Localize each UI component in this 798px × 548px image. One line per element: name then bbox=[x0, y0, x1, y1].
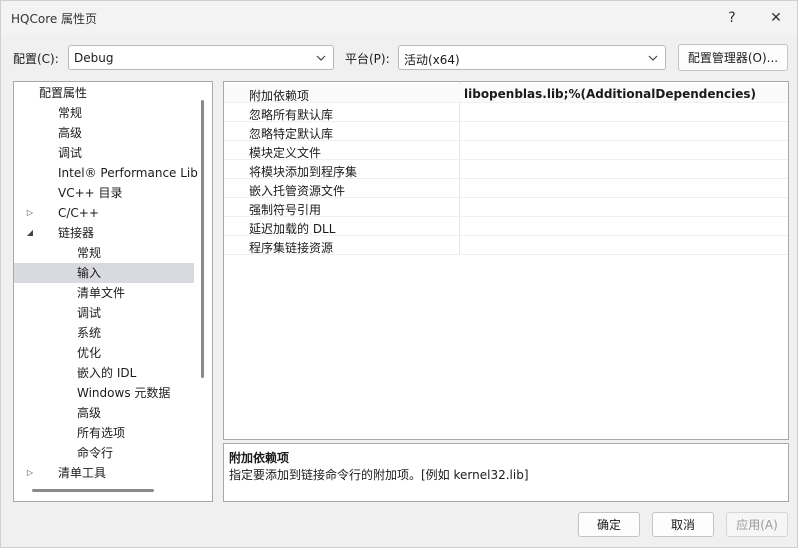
property-name: 嵌入托管资源文件 bbox=[249, 184, 346, 198]
tree-item-label: 常规 bbox=[58, 106, 83, 120]
description-panel: 附加依赖项 指定要添加到链接命令行的附加项。[例如 kernel32.lib] bbox=[223, 443, 789, 502]
tree-item[interactable]: VC++ 目录 bbox=[14, 183, 194, 203]
tree-item-label: 配置属性 bbox=[39, 86, 88, 100]
property-name: 忽略所有默认库 bbox=[249, 108, 334, 122]
property-row[interactable]: 程序集链接资源 bbox=[224, 236, 788, 255]
tree-item[interactable]: 常规 bbox=[14, 103, 194, 123]
tree-item[interactable]: 高级 bbox=[14, 403, 194, 423]
description-title: 附加依赖项 bbox=[229, 451, 290, 465]
tree-item-label: VC++ 目录 bbox=[58, 186, 123, 200]
tree-item[interactable]: 调试 bbox=[14, 143, 194, 163]
title-bar: HQCore 属性页 ? ✕ bbox=[1, 1, 797, 35]
cancel-button[interactable]: 取消 bbox=[652, 512, 714, 537]
tree-item[interactable]: 高级 bbox=[14, 123, 194, 143]
tree-item[interactable]: 调试 bbox=[14, 303, 194, 323]
property-name: 强制符号引用 bbox=[249, 203, 322, 217]
tree-item-label: C/C++ bbox=[58, 206, 99, 220]
tree-item-label: 调试 bbox=[77, 306, 102, 320]
platform-label: 平台(P): bbox=[345, 52, 390, 66]
description-text: 指定要添加到链接命令行的附加项。[例如 kernel32.lib] bbox=[229, 468, 529, 482]
tree-item[interactable]: 嵌入的 IDL bbox=[14, 363, 194, 383]
ok-button[interactable]: 确定 bbox=[578, 512, 640, 537]
property-name: 附加依赖项 bbox=[249, 89, 310, 103]
tree-item[interactable]: Intel® Performance Lib bbox=[14, 163, 198, 183]
config-manager-button[interactable]: 配置管理器(O)... bbox=[678, 44, 788, 71]
window-title: HQCore 属性页 bbox=[11, 12, 98, 26]
tree-item[interactable]: ▷ C/C++ bbox=[14, 203, 194, 223]
tree-item[interactable]: 系统 bbox=[14, 323, 194, 343]
property-row[interactable]: 模块定义文件 bbox=[224, 141, 788, 160]
tree-item-label: Windows 元数据 bbox=[77, 386, 171, 400]
settings-tree: ◢配置属性常规高级调试Intel® Performance LibVC++ 目录… bbox=[13, 81, 213, 502]
property-name: 将模块添加到程序集 bbox=[249, 165, 358, 179]
property-row[interactable]: 忽略所有默认库 bbox=[224, 103, 788, 122]
tree-item[interactable]: ◢ 链接器 bbox=[14, 223, 194, 243]
expand-arrow-icon[interactable]: ▷ bbox=[25, 203, 35, 223]
tree-item-label: 高级 bbox=[58, 126, 83, 140]
tree-item[interactable]: 清单文件 bbox=[14, 283, 194, 303]
close-button[interactable]: ✕ bbox=[759, 5, 793, 31]
property-row[interactable]: 嵌入托管资源文件 bbox=[224, 179, 788, 198]
property-name: 忽略特定默认库 bbox=[249, 127, 334, 141]
chevron-down-icon bbox=[316, 55, 326, 61]
apply-button[interactable]: 应用(A) bbox=[726, 512, 788, 537]
tree-item-label: 系统 bbox=[77, 326, 102, 340]
tree-item-label: Intel® Performance Lib bbox=[58, 166, 198, 180]
property-row[interactable]: 附加依赖项 libopenblas.lib;%(AdditionalDepende… bbox=[224, 84, 788, 103]
collapse-arrow-icon[interactable]: ◢ bbox=[25, 223, 35, 243]
tree-item[interactable]: 命令行 bbox=[14, 443, 194, 463]
tree-item-label: 嵌入的 IDL bbox=[77, 366, 137, 380]
config-label: 配置(C): bbox=[13, 52, 59, 66]
tree-item[interactable]: ◢ 配置属性 bbox=[14, 83, 194, 103]
chevron-down-icon bbox=[648, 55, 658, 61]
property-name: 程序集链接资源 bbox=[249, 241, 334, 255]
property-grid: 附加依赖项 libopenblas.lib;%(AdditionalDepende… bbox=[223, 81, 789, 440]
tree-item-label: 链接器 bbox=[58, 226, 95, 240]
tree-item[interactable]: 所有选项 bbox=[14, 423, 194, 443]
vertical-scrollbar[interactable] bbox=[201, 100, 204, 378]
tree-item-label: 常规 bbox=[77, 246, 102, 260]
tree-item-label: 清单文件 bbox=[77, 286, 126, 300]
property-value[interactable]: libopenblas.lib;%(AdditionalDependencies… bbox=[464, 87, 756, 101]
collapse-arrow-icon[interactable]: ◢ bbox=[14, 83, 16, 103]
tree-item-label: 所有选项 bbox=[77, 426, 126, 440]
property-row[interactable]: 延迟加载的 DLL bbox=[224, 217, 788, 236]
property-name: 模块定义文件 bbox=[249, 146, 322, 160]
tree-item[interactable]: 优化 bbox=[14, 343, 194, 363]
tree-item-label: 清单工具 bbox=[58, 466, 107, 480]
tree-item-label: 高级 bbox=[77, 406, 102, 420]
tree-item[interactable]: ▷ 清单工具 bbox=[14, 463, 194, 483]
property-row[interactable]: 忽略特定默认库 bbox=[224, 122, 788, 141]
tree-item-label: 输入 bbox=[77, 266, 102, 280]
tree-item-label: 调试 bbox=[58, 146, 83, 160]
platform-value: 活动(x64) bbox=[404, 53, 460, 67]
expand-arrow-icon[interactable]: ▷ bbox=[25, 463, 35, 483]
tree-item-label: 优化 bbox=[77, 346, 102, 360]
tree-item[interactable]: 常规 bbox=[14, 243, 194, 263]
properties-dialog: HQCore 属性页 ? ✕ 配置(C): Debug 平台(P): 活动(x6… bbox=[0, 0, 798, 548]
config-combo[interactable]: Debug bbox=[68, 45, 334, 70]
tree-item-label: 命令行 bbox=[77, 446, 114, 460]
tree-item[interactable]: Windows 元数据 bbox=[14, 383, 194, 403]
property-row[interactable]: 强制符号引用 bbox=[224, 198, 788, 217]
horizontal-scrollbar[interactable] bbox=[32, 489, 154, 492]
config-value: Debug bbox=[74, 51, 114, 65]
platform-combo[interactable]: 活动(x64) bbox=[398, 45, 666, 70]
property-name: 延迟加载的 DLL bbox=[249, 222, 336, 236]
help-button[interactable]: ? bbox=[715, 5, 749, 31]
property-row[interactable]: 将模块添加到程序集 bbox=[224, 160, 788, 179]
tree-item[interactable]: 输入 bbox=[14, 263, 194, 283]
